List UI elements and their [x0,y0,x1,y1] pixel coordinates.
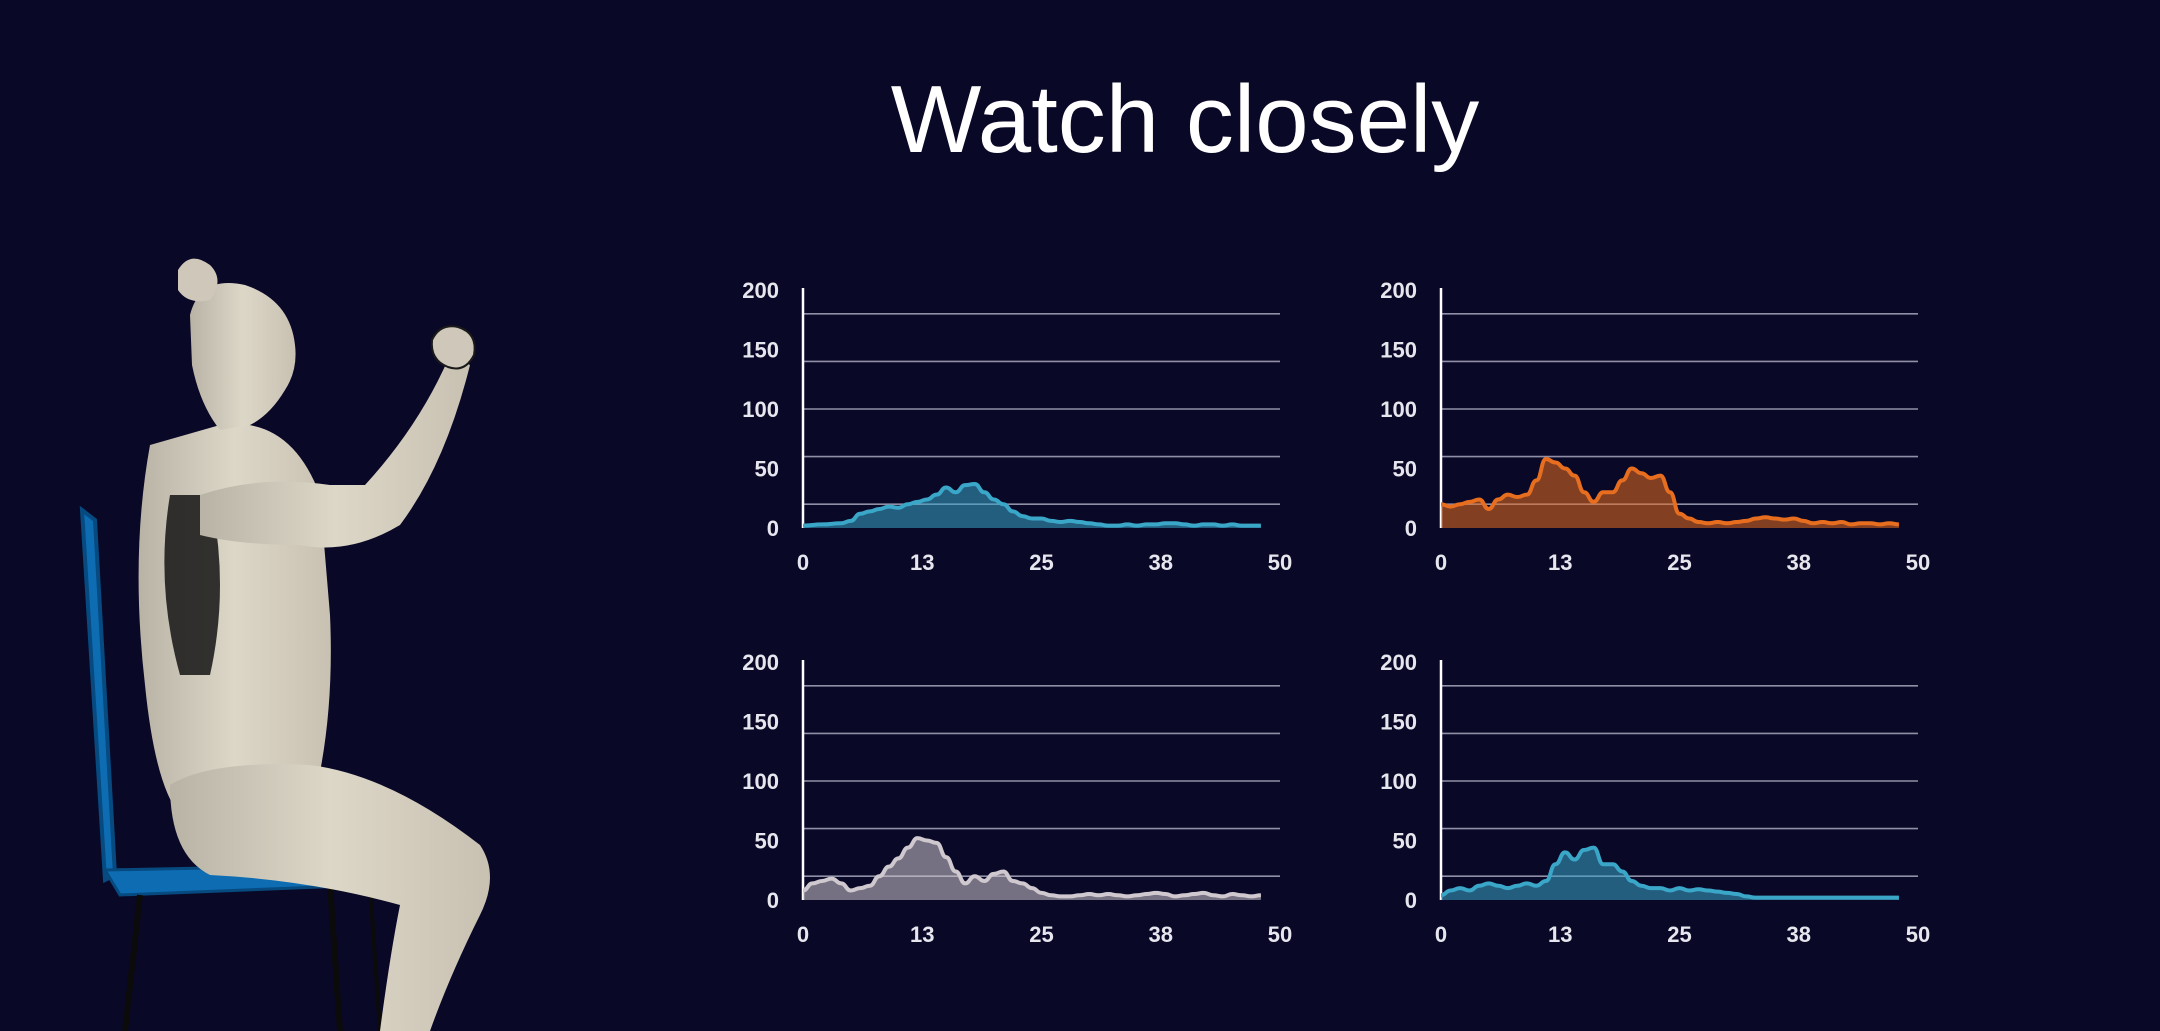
y-tick-label: 50 [1393,829,1417,854]
x-tick-label: 50 [1906,550,1930,575]
y-tick-label: 50 [755,457,779,482]
histogram-chart-2-svg: 200 150 100 50 00 13 25 38 50 [1380,278,1930,575]
y-tick-label: 0 [767,516,779,541]
x-tick-label: 38 [1149,922,1173,947]
y-tick-label: 100 [742,769,779,794]
y-tick-label: 150 [742,338,779,363]
histogram-chart-3-svg: 200 150 100 50 00 13 25 38 50 [742,650,1292,947]
histogram-chart-4: 200 150 100 50 0 0 13 25 38 50 [1358,644,1958,1004]
y-tick-label: 50 [755,829,779,854]
y-tick-label: 150 [1380,338,1417,363]
y-tick-label: 50 [1393,457,1417,482]
x-tick-label: 50 [1906,922,1930,947]
y-tick-label: 150 [1380,710,1417,735]
x-tick-label: 0 [797,922,809,947]
y-tick-label: 200 [1380,278,1417,303]
x-tick-label: 0 [797,550,809,575]
histogram-chart-3: 200 150 100 50 0 0 13 25 38 50 [720,644,1320,1004]
y-tick-label: 0 [767,888,779,913]
y-tick-label: 100 [1380,397,1417,422]
y-tick-label: 0 [1405,888,1417,913]
histogram-chart-2: 200 150 100 50 0 0 13 25 38 50 [1358,272,1958,632]
y-tick-label: 0 [1405,516,1417,541]
series-area [803,838,1261,900]
seated-avatar-illustration [79,258,490,1031]
y-tick-label: 100 [1380,769,1417,794]
x-tick-label: 13 [1548,922,1572,947]
x-tick-label: 0 [1435,550,1447,575]
page-title: Watch closely [890,66,1480,173]
histogram-chart-1: 200 150 100 50 0 0 13 25 38 50 [720,272,1320,632]
x-tick-label: 25 [1667,922,1691,947]
x-tick-label: 25 [1667,550,1691,575]
y-tick-label: 150 [742,710,779,735]
x-tick-label: 13 [910,922,934,947]
x-tick-label: 25 [1029,550,1053,575]
y-tick-label: 200 [1380,650,1417,675]
x-tick-label: 50 [1268,922,1292,947]
x-tick-label: 38 [1787,550,1811,575]
histogram-chart-4-svg: 200 150 100 50 00 13 25 38 50 [1380,650,1930,947]
x-tick-label: 38 [1149,550,1173,575]
y-tick-label: 200 [742,278,779,303]
y-tick-label: 100 [742,397,779,422]
y-tick-label: 200 [742,650,779,675]
x-tick-label: 38 [1787,922,1811,947]
x-tick-label: 13 [1548,550,1572,575]
x-tick-label: 25 [1029,922,1053,947]
figure-head [190,283,296,430]
series-area [803,483,1261,528]
x-tick-label: 13 [910,550,934,575]
histogram-chart-1-svg: 200 150 100 50 00 13 25 38 50 [742,278,1292,575]
x-tick-label: 0 [1435,922,1447,947]
x-tick-label: 50 [1268,550,1292,575]
